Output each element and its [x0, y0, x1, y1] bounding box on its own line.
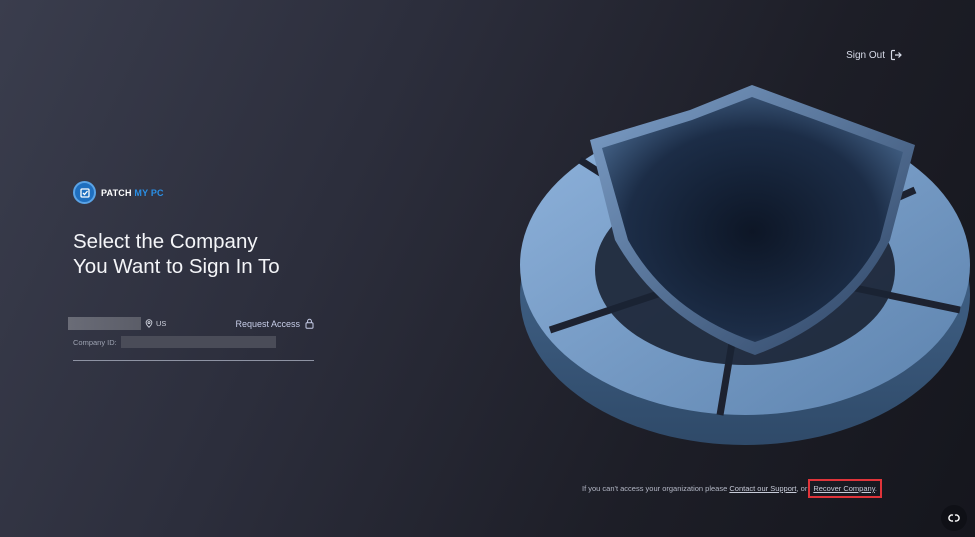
sign-out-icon [890, 49, 902, 61]
logo-word-mypc: MY PC [134, 187, 164, 198]
company-region: US [145, 319, 166, 328]
chat-widget-button[interactable] [941, 505, 967, 531]
footer-help-text: If you can't access your organization pl… [582, 479, 882, 498]
contact-support-link[interactable]: Contact our Support [729, 484, 796, 493]
page-title: Select the Company You Want to Sign In T… [73, 229, 280, 279]
footer-middle: , or [796, 484, 808, 493]
lock-icon [305, 318, 314, 329]
company-item[interactable]: US Request Access [68, 317, 314, 330]
request-access-button[interactable]: Request Access [235, 318, 314, 329]
company-divider [73, 360, 314, 361]
footer-prefix: If you can't access your organization pl… [582, 484, 728, 493]
request-access-label: Request Access [235, 318, 300, 329]
sign-out-label: Sign Out [846, 49, 885, 61]
logo-word-patch: PATCH [101, 187, 132, 198]
footer-suffix: . [874, 484, 877, 493]
patch-my-pc-logo: PATCH MY PC [73, 181, 164, 204]
recover-company-link[interactable]: Recover Company [813, 484, 875, 493]
security-shield-illustration [520, 85, 970, 445]
logo-text: PATCH MY PC [101, 188, 164, 198]
page-title-line2: You Want to Sign In To [73, 255, 280, 278]
logo-badge-icon [73, 181, 96, 204]
company-id-label: Company ID: [73, 337, 117, 347]
recover-company-highlight: Recover Company. [808, 479, 882, 498]
company-id-redacted [120, 336, 276, 348]
company-name-redacted [68, 317, 141, 330]
chat-icon [948, 514, 960, 522]
company-region-label: US [156, 319, 167, 328]
company-id-row: Company ID: [73, 336, 276, 348]
sign-out-button[interactable]: Sign Out [846, 49, 902, 61]
page-title-line1: Select the Company [73, 230, 258, 253]
location-pin-icon [145, 319, 153, 328]
